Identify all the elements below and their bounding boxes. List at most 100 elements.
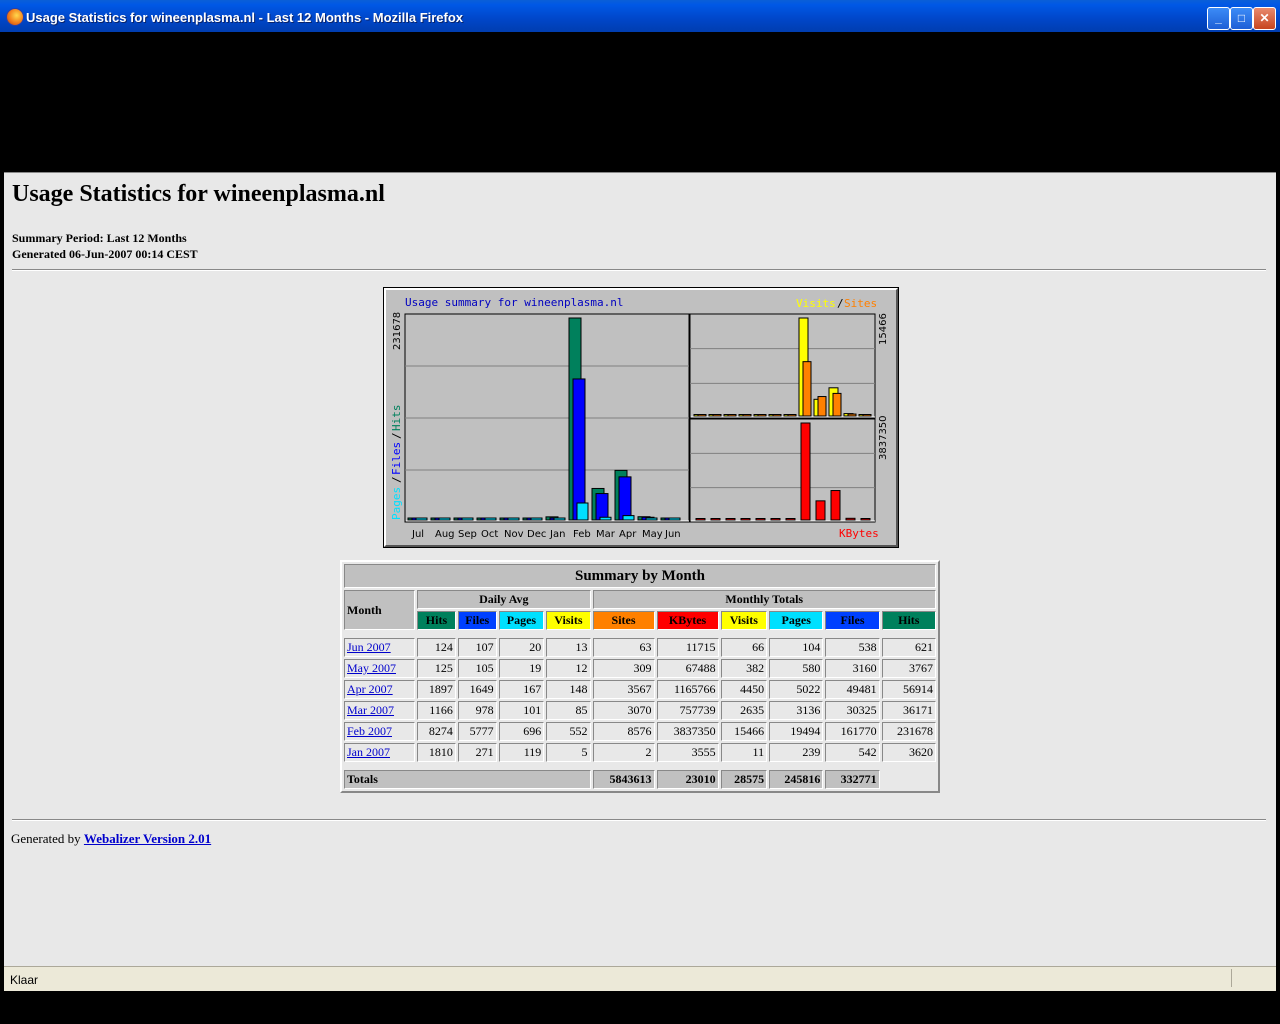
bar-sites-mar [817, 396, 827, 417]
minimize-button[interactable]: _ [1207, 7, 1230, 30]
right-bottom-plot-panel [689, 418, 876, 523]
month-link[interactable]: Apr 2007 [347, 682, 393, 696]
bar-sites-nov [757, 414, 767, 417]
status-resize-grip[interactable] [1231, 969, 1272, 987]
cell-d-hits: 8274 [417, 722, 456, 741]
cell-d-visits: 13 [546, 638, 591, 657]
bar-files-apr [618, 476, 632, 521]
cell-files: 542 [825, 743, 880, 762]
month-cell: Jan 2007 [344, 743, 416, 762]
month-link[interactable]: May 2007 [347, 661, 396, 675]
cell-kbytes: 11715 [656, 638, 719, 657]
cell-d-hits: 1166 [417, 701, 456, 720]
table-row: Feb 2007 8274 5777 696 552 8576 3837350 15466 19… [344, 722, 936, 741]
usage-summary-graph: Usage summary for wineenplasma.nl Visits /… [383, 287, 899, 548]
total-files: 245816 [769, 770, 824, 789]
webalizer-link[interactable]: Webalizer Version 2.01 [84, 831, 211, 846]
month-link[interactable]: Feb 2007 [347, 724, 392, 738]
month-label-jan: Jan [549, 529, 565, 540]
maximize-button[interactable]: □ [1230, 7, 1253, 30]
cell-kbytes: 3837350 [656, 722, 719, 741]
bar-kbytes-nov [755, 518, 766, 521]
status-bar: Klaar [4, 966, 1276, 991]
bar-pages-apr [622, 515, 635, 521]
cell-pages: 19494 [769, 722, 824, 741]
month-cell: May 2007 [344, 659, 416, 678]
cell-d-pages: 101 [498, 701, 545, 720]
bar-kbytes-may [845, 517, 856, 521]
right-top-plot-panel [689, 313, 876, 419]
cell-hits: 3767 [881, 659, 936, 678]
total-hits: 332771 [825, 770, 880, 789]
bar-sites-apr [832, 392, 842, 417]
page-content: Usage Statistics for wineenplasma.nl Sum… [4, 172, 1276, 967]
bar-sites-jul [697, 414, 707, 417]
month-link[interactable]: Mar 2007 [347, 703, 394, 717]
cell-d-visits: 148 [546, 680, 591, 699]
month-link[interactable]: Jan 2007 [347, 745, 390, 759]
cell-sites: 8576 [592, 722, 655, 741]
table-row: Jan 2007 1810 271 119 5 2 3555 11 239 542 3620 [344, 743, 936, 762]
month-link[interactable]: Jun 2007 [347, 640, 391, 654]
close-button[interactable]: ✕ [1253, 7, 1276, 30]
divider [12, 819, 1266, 821]
legend-hits: Hits [390, 405, 403, 432]
total-pages: 28575 [720, 770, 768, 789]
month-label-sep: Sep [458, 529, 477, 540]
table-row: Jun 2007 124 107 20 13 63 11715 66 104 538 621 [344, 638, 936, 657]
bar-pages-mar [599, 516, 612, 521]
browser-toolbar-area [4, 32, 1276, 172]
right-top-axis-max: 15466 [878, 313, 889, 345]
month-cell: Mar 2007 [344, 701, 416, 720]
bar-sites-feb [802, 361, 812, 417]
cell-files: 49481 [825, 680, 880, 699]
bar-pages-jan [553, 517, 566, 521]
cell-d-visits: 5 [546, 743, 591, 762]
month-label-may: May [642, 529, 663, 540]
cell-hits: 621 [881, 638, 936, 657]
legend-slash: / [837, 297, 844, 310]
footer: Generated by Webalizer Version 2.01 [11, 831, 211, 847]
cell-sites: 3070 [592, 701, 655, 720]
status-text: Klaar [10, 973, 39, 987]
month-header: Month [344, 590, 416, 630]
month-label-feb: Feb [573, 529, 591, 540]
table-caption: Summary by Month [344, 564, 936, 588]
total-visits: 23010 [656, 770, 719, 789]
cell-hits: 3620 [881, 743, 936, 762]
bar-kbytes-feb [800, 422, 811, 521]
bar-pages-dec [530, 517, 543, 521]
table-row: Apr 2007 1897 1649 167 148 3567 1165766 4450 502… [344, 680, 936, 699]
bar-kbytes-dec [770, 518, 781, 521]
firefox-icon [6, 8, 24, 26]
graph-title: Usage summary for wineenplasma.nl [405, 296, 624, 309]
cell-d-visits: 12 [546, 659, 591, 678]
bar-pages-oct [484, 517, 497, 521]
window-titlebar: Usage Statistics for wineenplasma.nl - L… [0, 0, 1280, 32]
cell-kbytes: 67488 [656, 659, 719, 678]
bar-pages-feb [576, 502, 589, 521]
bar-sites-jan [787, 414, 797, 417]
cell-pages: 3136 [769, 701, 824, 720]
bar-kbytes-jan [785, 518, 796, 521]
bar-kbytes-oct [740, 518, 751, 521]
monthly-totals-header: Monthly Totals [592, 590, 936, 609]
cell-files: 3160 [825, 659, 880, 678]
month-cell: Feb 2007 [344, 722, 416, 741]
col-daily-hits: Hits [417, 611, 456, 630]
bar-sites-aug [712, 414, 722, 417]
total-kbytes: 5843613 [592, 770, 655, 789]
cell-d-pages: 20 [498, 638, 545, 657]
cell-d-visits: 552 [546, 722, 591, 741]
bar-sites-oct [742, 414, 752, 417]
cell-sites: 3567 [592, 680, 655, 699]
cell-visits: 11 [720, 743, 768, 762]
bar-pages-jul [415, 517, 428, 521]
generated-date: Generated 06-Jun-2007 00:14 CEST [12, 247, 198, 261]
col-files: Files [825, 611, 880, 630]
cell-d-visits: 85 [546, 701, 591, 720]
month-label-aug: Aug [435, 529, 455, 540]
month-label-jun: Jun [664, 529, 681, 540]
month-label-oct: Oct [481, 529, 498, 540]
cell-files: 538 [825, 638, 880, 657]
